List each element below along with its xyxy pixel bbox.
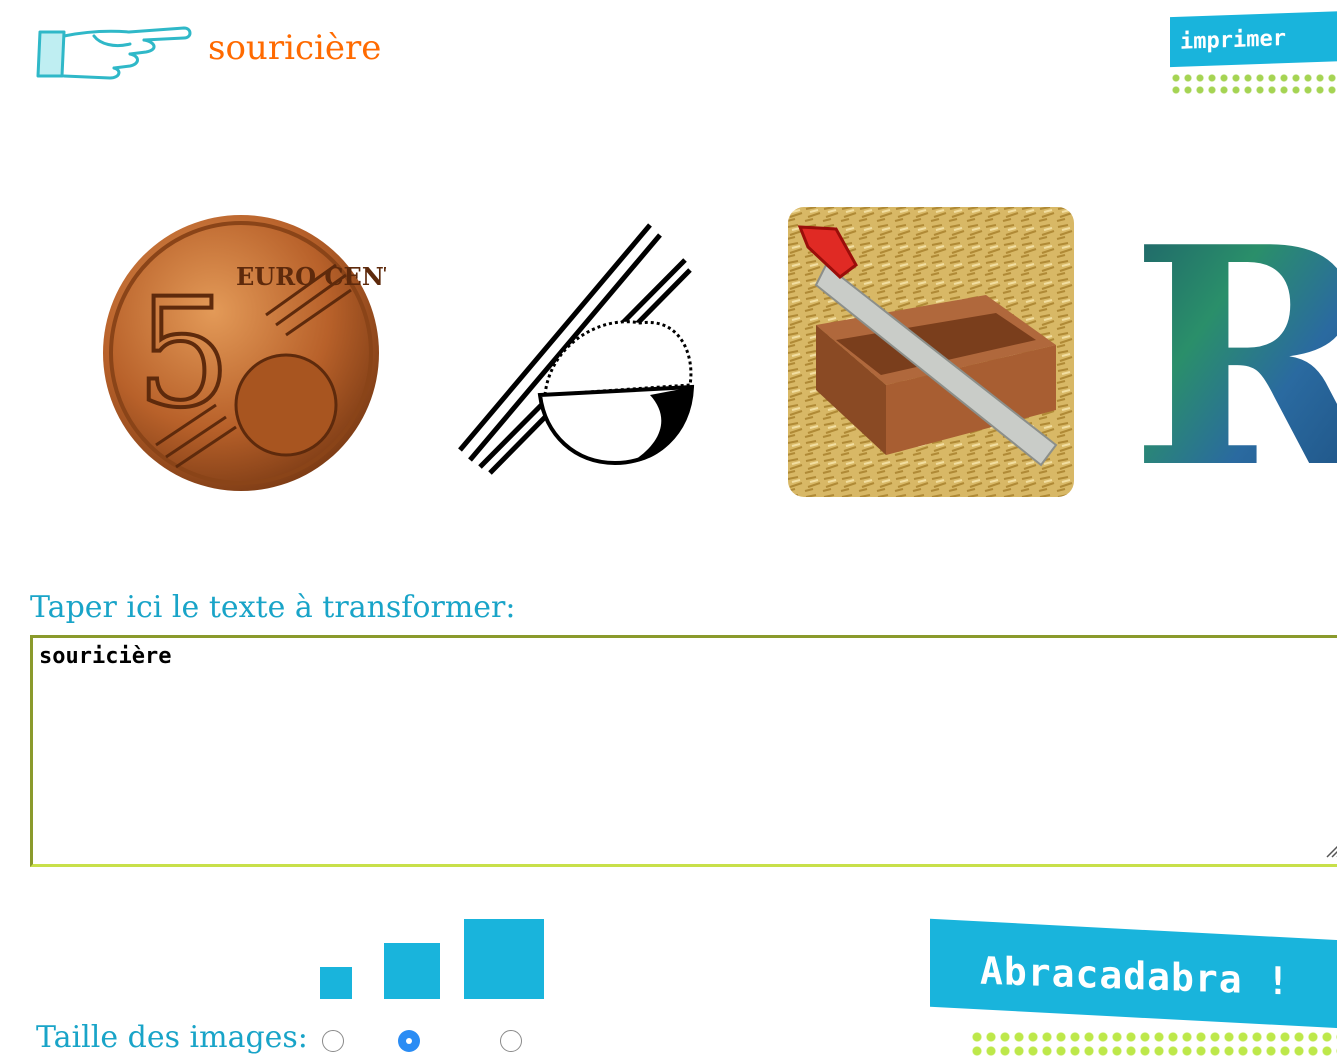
rice-bowl-icon [458,223,695,475]
text-input-frame: souricière [30,635,1337,867]
coin-text: EURO CENT [236,262,386,291]
image-size-label: Taille des images: [36,1020,308,1055]
letter-r-icon: R [1130,181,1337,534]
size-radio-small[interactable] [322,1030,344,1052]
size-large-indicator [464,919,544,999]
coin-5-cent-icon: 5 EURO CENT [103,215,402,491]
text-input[interactable]: souricière [33,638,1337,864]
abracadabra-button[interactable]: Abracadabra ! [930,918,1337,1060]
pointing-hand-icon [34,14,194,84]
page-title: souricière [208,28,382,68]
print-button[interactable]: imprimer [1170,10,1337,96]
print-button-label: imprimer [1170,10,1337,68]
size-small-indicator [320,967,352,999]
text-input-label: Taper ici le texte à transformer: [30,590,516,625]
image-tile-saw[interactable] [786,205,1076,500]
size-radio-large[interactable] [500,1030,522,1052]
image-tile-coin[interactable]: 5 EURO CENT [96,205,402,500]
saw-icon [788,207,1074,497]
size-medium-indicator [384,943,440,999]
letter-r-glyph: R [1130,205,1337,500]
abracadabra-button-dots [970,1030,1337,1056]
image-tile-rice-bowl[interactable] [440,205,730,500]
image-tile-letter-r[interactable]: R [1130,181,1337,534]
resize-grip-icon[interactable] [1323,840,1337,858]
size-radio-medium[interactable] [398,1030,420,1052]
print-button-dots [1170,72,1337,96]
coin-numeral: 5 [136,267,231,441]
